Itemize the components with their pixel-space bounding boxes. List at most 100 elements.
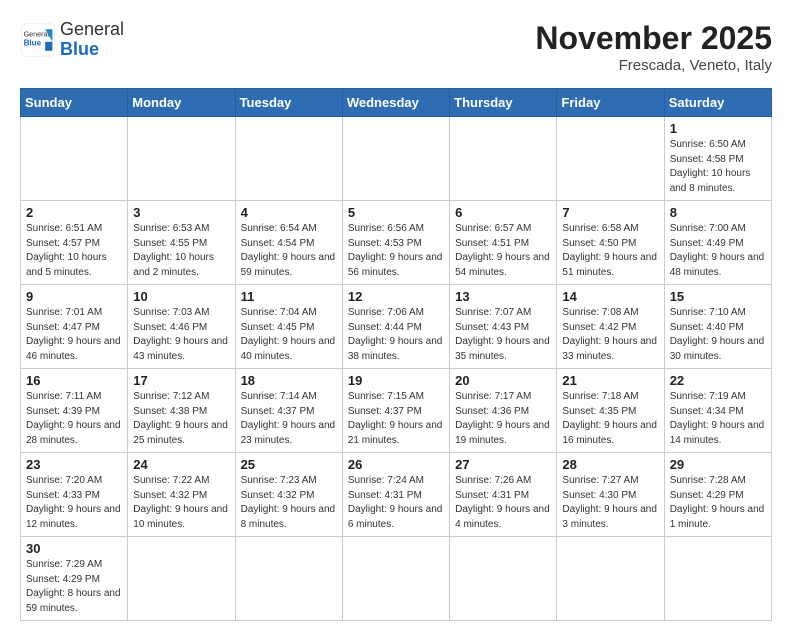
day-number: 15 <box>670 289 766 304</box>
calendar-cell: 21 Sunrise: 7:18 AM Sunset: 4:35 PM Dayli… <box>557 369 664 453</box>
week-row-1: 1Sunrise: 6:50 AM Sunset: 4:58 PM Daylig… <box>21 117 772 201</box>
day-number: 24 <box>133 457 229 472</box>
calendar-cell: 14 Sunrise: 7:08 AM Sunset: 4:42 PM Dayli… <box>557 285 664 369</box>
calendar-cell <box>128 117 235 201</box>
day-number: 27 <box>455 457 551 472</box>
day-info: Sunrise: 7:23 AM Sunset: 4:32 PM Dayligh… <box>241 474 337 532</box>
day-info: Sunrise: 7:01 AM Sunset: 4:47 PM Dayligh… <box>26 306 122 364</box>
calendar-cell <box>557 117 664 201</box>
weekday-header-tuesday: Tuesday <box>235 89 342 117</box>
day-info: Sunrise: 7:04 AM Sunset: 4:45 PM Dayligh… <box>241 306 337 364</box>
logo-blue-text: Blue <box>60 39 99 59</box>
day-info: Sunrise: 6:51 AM Sunset: 4:57 PM Dayligh… <box>26 222 122 280</box>
day-number: 26 <box>348 457 444 472</box>
day-number: 22 <box>670 373 766 388</box>
day-number: 21 <box>562 373 658 388</box>
calendar-cell: 22 Sunrise: 7:19 AM Sunset: 4:34 PM Dayli… <box>664 369 771 453</box>
calendar-cell <box>235 117 342 201</box>
day-number: 16 <box>26 373 122 388</box>
day-number: 8 <box>670 205 766 220</box>
calendar-cell: 6 Sunrise: 6:57 AM Sunset: 4:51 PM Daylig… <box>450 201 557 285</box>
calendar-cell: 28Sunrise: 7:27 AM Sunset: 4:30 PM Dayli… <box>557 453 664 537</box>
calendar-cell: 20 Sunrise: 7:17 AM Sunset: 4:36 PM Dayli… <box>450 369 557 453</box>
day-info: Sunrise: 7:17 AM Sunset: 4:36 PM Dayligh… <box>455 390 551 448</box>
day-info: Sunrise: 6:58 AM Sunset: 4:50 PM Dayligh… <box>562 222 658 280</box>
calendar-cell: 13Sunrise: 7:07 AM Sunset: 4:43 PM Dayli… <box>450 285 557 369</box>
day-info: Sunrise: 6:53 AM Sunset: 4:55 PM Dayligh… <box>133 222 229 280</box>
day-info: Sunrise: 7:08 AM Sunset: 4:42 PM Dayligh… <box>562 306 658 364</box>
day-info: Sunrise: 7:10 AM Sunset: 4:40 PM Dayligh… <box>670 306 766 364</box>
day-info: Sunrise: 7:07 AM Sunset: 4:43 PM Dayligh… <box>455 306 551 364</box>
day-number: 1 <box>670 121 766 136</box>
day-info: Sunrise: 7:24 AM Sunset: 4:31 PM Dayligh… <box>348 474 444 532</box>
day-number: 25 <box>241 457 337 472</box>
weekday-header-friday: Friday <box>557 89 664 117</box>
day-number: 30 <box>26 541 122 556</box>
calendar-cell: 29Sunrise: 7:28 AM Sunset: 4:29 PM Dayli… <box>664 453 771 537</box>
svg-text:General: General <box>24 29 50 38</box>
weekday-header-sunday: Sunday <box>21 89 128 117</box>
calendar-cell: 30 Sunrise: 7:29 AM Sunset: 4:29 PM Dayli… <box>21 537 128 621</box>
day-number: 12 <box>348 289 444 304</box>
day-info: Sunrise: 7:18 AM Sunset: 4:35 PM Dayligh… <box>562 390 658 448</box>
weekday-header-wednesday: Wednesday <box>342 89 449 117</box>
svg-text:Blue: Blue <box>24 38 42 47</box>
day-info: Sunrise: 6:56 AM Sunset: 4:53 PM Dayligh… <box>348 222 444 280</box>
day-info: Sunrise: 7:29 AM Sunset: 4:29 PM Dayligh… <box>26 558 122 616</box>
calendar-cell <box>342 537 449 621</box>
day-info: Sunrise: 7:03 AM Sunset: 4:46 PM Dayligh… <box>133 306 229 364</box>
day-number: 4 <box>241 205 337 220</box>
day-info: Sunrise: 7:11 AM Sunset: 4:39 PM Dayligh… <box>26 390 122 448</box>
day-info: Sunrise: 7:12 AM Sunset: 4:38 PM Dayligh… <box>133 390 229 448</box>
day-number: 2 <box>26 205 122 220</box>
week-row-4: 16 Sunrise: 7:11 AM Sunset: 4:39 PM Dayli… <box>21 369 772 453</box>
logo: General Blue General Blue <box>20 20 124 60</box>
weekday-header-saturday: Saturday <box>664 89 771 117</box>
calendar-cell: 11Sunrise: 7:04 AM Sunset: 4:45 PM Dayli… <box>235 285 342 369</box>
weekday-header-monday: Monday <box>128 89 235 117</box>
title-block: November 2025 Frescada, Veneto, Italy <box>535 20 772 74</box>
calendar-cell: 4Sunrise: 6:54 AM Sunset: 4:54 PM Daylig… <box>235 201 342 285</box>
week-row-2: 2 Sunrise: 6:51 AM Sunset: 4:57 PM Daylig… <box>21 201 772 285</box>
day-number: 18 <box>241 373 337 388</box>
header: General Blue General Blue November 2025 … <box>20 20 772 74</box>
day-info: Sunrise: 6:57 AM Sunset: 4:51 PM Dayligh… <box>455 222 551 280</box>
day-info: Sunrise: 7:20 AM Sunset: 4:33 PM Dayligh… <box>26 474 122 532</box>
day-info: Sunrise: 7:06 AM Sunset: 4:44 PM Dayligh… <box>348 306 444 364</box>
week-row-6: 30 Sunrise: 7:29 AM Sunset: 4:29 PM Dayli… <box>21 537 772 621</box>
calendar-cell: 2 Sunrise: 6:51 AM Sunset: 4:57 PM Daylig… <box>21 201 128 285</box>
day-info: Sunrise: 7:14 AM Sunset: 4:37 PM Dayligh… <box>241 390 337 448</box>
day-info: Sunrise: 7:00 AM Sunset: 4:49 PM Dayligh… <box>670 222 766 280</box>
day-info: Sunrise: 7:26 AM Sunset: 4:31 PM Dayligh… <box>455 474 551 532</box>
location: Frescada, Veneto, Italy <box>535 57 772 74</box>
generalblue-logo-icon: General Blue <box>20 22 56 58</box>
calendar-cell: 23 Sunrise: 7:20 AM Sunset: 4:33 PM Dayli… <box>21 453 128 537</box>
calendar-cell: 26 Sunrise: 7:24 AM Sunset: 4:31 PM Dayli… <box>342 453 449 537</box>
day-number: 23 <box>26 457 122 472</box>
day-number: 5 <box>348 205 444 220</box>
logo-text: General Blue <box>60 20 124 60</box>
day-number: 10 <box>133 289 229 304</box>
calendar: SundayMondayTuesdayWednesdayThursdayFrid… <box>20 88 772 621</box>
calendar-cell: 16 Sunrise: 7:11 AM Sunset: 4:39 PM Dayli… <box>21 369 128 453</box>
day-number: 6 <box>455 205 551 220</box>
day-number: 28 <box>562 457 658 472</box>
day-info: Sunrise: 7:19 AM Sunset: 4:34 PM Dayligh… <box>670 390 766 448</box>
calendar-cell: 9 Sunrise: 7:01 AM Sunset: 4:47 PM Daylig… <box>21 285 128 369</box>
calendar-cell <box>557 537 664 621</box>
day-number: 19 <box>348 373 444 388</box>
calendar-cell: 5 Sunrise: 6:56 AM Sunset: 4:53 PM Daylig… <box>342 201 449 285</box>
day-number: 20 <box>455 373 551 388</box>
calendar-cell <box>342 117 449 201</box>
calendar-cell: 17Sunrise: 7:12 AM Sunset: 4:38 PM Dayli… <box>128 369 235 453</box>
calendar-cell: 24 Sunrise: 7:22 AM Sunset: 4:32 PM Dayli… <box>128 453 235 537</box>
calendar-cell <box>235 537 342 621</box>
calendar-cell: 19Sunrise: 7:15 AM Sunset: 4:37 PM Dayli… <box>342 369 449 453</box>
calendar-cell: 12 Sunrise: 7:06 AM Sunset: 4:44 PM Dayli… <box>342 285 449 369</box>
calendar-cell <box>21 117 128 201</box>
day-info: Sunrise: 7:22 AM Sunset: 4:32 PM Dayligh… <box>133 474 229 532</box>
day-number: 14 <box>562 289 658 304</box>
day-number: 9 <box>26 289 122 304</box>
week-row-5: 23 Sunrise: 7:20 AM Sunset: 4:33 PM Dayli… <box>21 453 772 537</box>
day-info: Sunrise: 7:28 AM Sunset: 4:29 PM Dayligh… <box>670 474 766 532</box>
